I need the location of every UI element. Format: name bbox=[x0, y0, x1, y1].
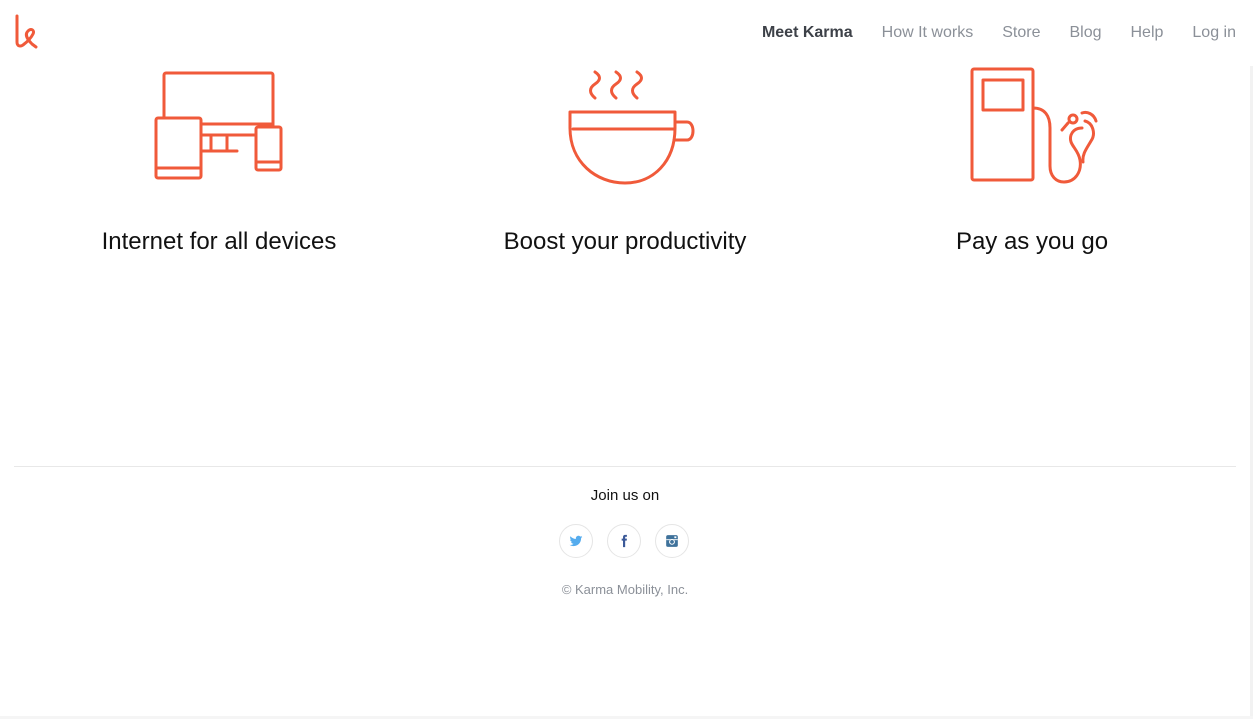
copyright-text: © Karma Mobility, Inc. bbox=[561, 582, 689, 597]
main-nav: Meet Karma How It works Store Blog Help … bbox=[762, 23, 1236, 43]
feature-title: Internet for all devices bbox=[101, 228, 337, 255]
facebook-button[interactable] bbox=[607, 524, 641, 558]
social-links bbox=[559, 524, 689, 558]
karma-logo-icon[interactable] bbox=[12, 14, 40, 50]
coffee-cup-icon bbox=[555, 66, 695, 192]
nav-store[interactable]: Store bbox=[1002, 23, 1040, 43]
nav-log-in[interactable]: Log in bbox=[1192, 23, 1236, 43]
nav-blog[interactable]: Blog bbox=[1069, 23, 1101, 43]
feature-title: Pay as you go bbox=[955, 228, 1109, 255]
footer-divider bbox=[14, 466, 1236, 467]
feature-productivity: Boost your productivity bbox=[425, 66, 825, 276]
instagram-icon bbox=[666, 535, 678, 547]
feature-internet-devices: Internet for all devices bbox=[19, 66, 419, 276]
join-us-label: Join us on bbox=[590, 487, 660, 504]
feature-pay-as-you-go: Pay as you go bbox=[832, 66, 1232, 276]
fuel-pump-icon bbox=[962, 66, 1102, 192]
nav-how-it-works[interactable]: How It works bbox=[882, 23, 974, 43]
devices-icon bbox=[149, 66, 289, 192]
nav-help[interactable]: Help bbox=[1131, 23, 1164, 43]
feature-title: Boost your productivity bbox=[503, 228, 747, 255]
instagram-button[interactable] bbox=[655, 524, 689, 558]
facebook-icon bbox=[621, 534, 627, 548]
twitter-icon bbox=[569, 535, 583, 547]
site-header: Meet Karma How It works Store Blog Help … bbox=[0, 0, 1253, 66]
twitter-button[interactable] bbox=[559, 524, 593, 558]
nav-meet-karma[interactable]: Meet Karma bbox=[762, 23, 853, 43]
